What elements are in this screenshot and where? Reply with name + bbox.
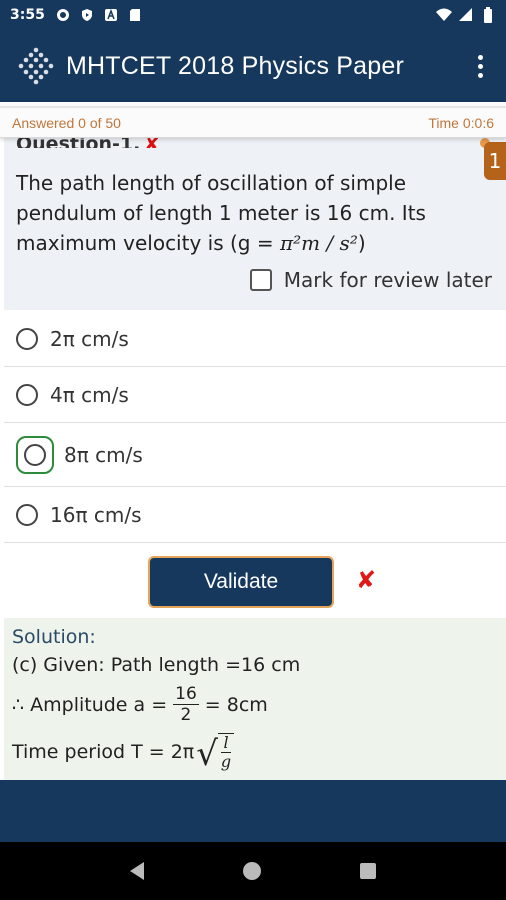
back-icon[interactable] <box>129 862 144 880</box>
question-text-end: ) <box>357 231 366 255</box>
radical-sign: √ <box>196 734 218 774</box>
wrong-answer-icon: ✘ <box>356 566 377 594</box>
signal-icon <box>458 7 474 23</box>
solution-line-1: (c) Given: Path length =16 cm <box>12 654 301 676</box>
settings-icon <box>55 7 71 23</box>
radical-body: l g <box>217 733 235 771</box>
fraction-denominator: 2 <box>180 705 192 725</box>
app-title: MHTCET 2018 Physics Paper <box>66 51 404 80</box>
status-system-icons <box>436 7 496 23</box>
progress-row: Answered 0 of 50 Time 0:0:6 <box>0 102 506 138</box>
shield-play-icon <box>79 7 95 23</box>
option-3[interactable]: 8π cm/s <box>4 423 506 487</box>
battery-icon <box>480 7 496 23</box>
radio-button[interactable] <box>16 383 38 406</box>
status-notification-icons <box>55 7 143 23</box>
question-badge[interactable]: 1 <box>484 142 506 180</box>
fraction-numerator: 16 <box>173 684 199 705</box>
sqrt-numerator: l <box>221 733 231 753</box>
option-label: 16π cm/s <box>50 502 142 527</box>
mark-review-toggle[interactable]: Mark for review later <box>249 268 492 292</box>
status-bar: 3:55 <box>0 0 506 30</box>
question-block: Question-1. ✘ 1 The path length of oscill… <box>4 134 506 310</box>
selected-radio-frame[interactable] <box>16 435 54 474</box>
option-label: 4π cm/s <box>50 382 129 407</box>
radio-button[interactable] <box>16 327 38 350</box>
square-root: √ l g <box>196 733 235 774</box>
solution-panel: Solution: (c) Given: Path length =16 cm … <box>4 618 506 780</box>
wifi-icon <box>436 7 452 23</box>
review-label: Mark for review later <box>283 268 492 292</box>
app-logo-icon <box>16 46 56 86</box>
validate-area: Validate ✘ <box>4 544 506 618</box>
navigation-bar <box>0 842 506 900</box>
validate-button[interactable]: Validate <box>148 556 334 608</box>
solution-line-3: Time period T = 2π √ l g <box>12 733 498 771</box>
option-4[interactable]: 16π cm/s <box>4 487 506 543</box>
review-checkbox[interactable] <box>249 269 272 291</box>
period-prefix: Time period T = 2π <box>12 741 195 763</box>
amplitude-fraction: 16 2 <box>173 684 199 725</box>
radio-button[interactable] <box>16 503 38 526</box>
timer: Time 0:0:6 <box>428 115 494 131</box>
solution-line-2: ∴ Amplitude a = 16 2 = 8cm <box>12 684 498 725</box>
app-a-icon <box>103 7 119 23</box>
sd-card-icon <box>127 7 143 23</box>
bottom-bar <box>0 780 506 842</box>
sqrt-denominator: g <box>220 752 232 771</box>
solution-title: Solution: <box>12 626 96 648</box>
option-1[interactable]: 2π cm/s <box>4 311 506 367</box>
app-bar: MHTCET 2018 Physics Paper <box>0 30 506 102</box>
status-time: 3:55 <box>10 7 45 23</box>
radio-button[interactable] <box>24 443 46 466</box>
question-text-math: π²m / s² <box>279 231 358 255</box>
overflow-menu-icon[interactable] <box>468 50 492 82</box>
option-2[interactable]: 4π cm/s <box>4 367 506 423</box>
amplitude-suffix: = 8cm <box>204 693 268 716</box>
amplitude-prefix: ∴ Amplitude a = <box>12 693 168 716</box>
recents-icon[interactable] <box>360 863 377 879</box>
option-label: 2π cm/s <box>50 326 129 351</box>
options-list: 2π cm/s 4π cm/s 8π cm/s 16π cm/s <box>4 311 506 543</box>
option-label: 8π cm/s <box>64 442 143 467</box>
answered-count: Answered 0 of 50 <box>12 115 121 131</box>
home-icon[interactable] <box>242 862 261 880</box>
question-text: The path length of oscillation of simple… <box>16 168 476 258</box>
